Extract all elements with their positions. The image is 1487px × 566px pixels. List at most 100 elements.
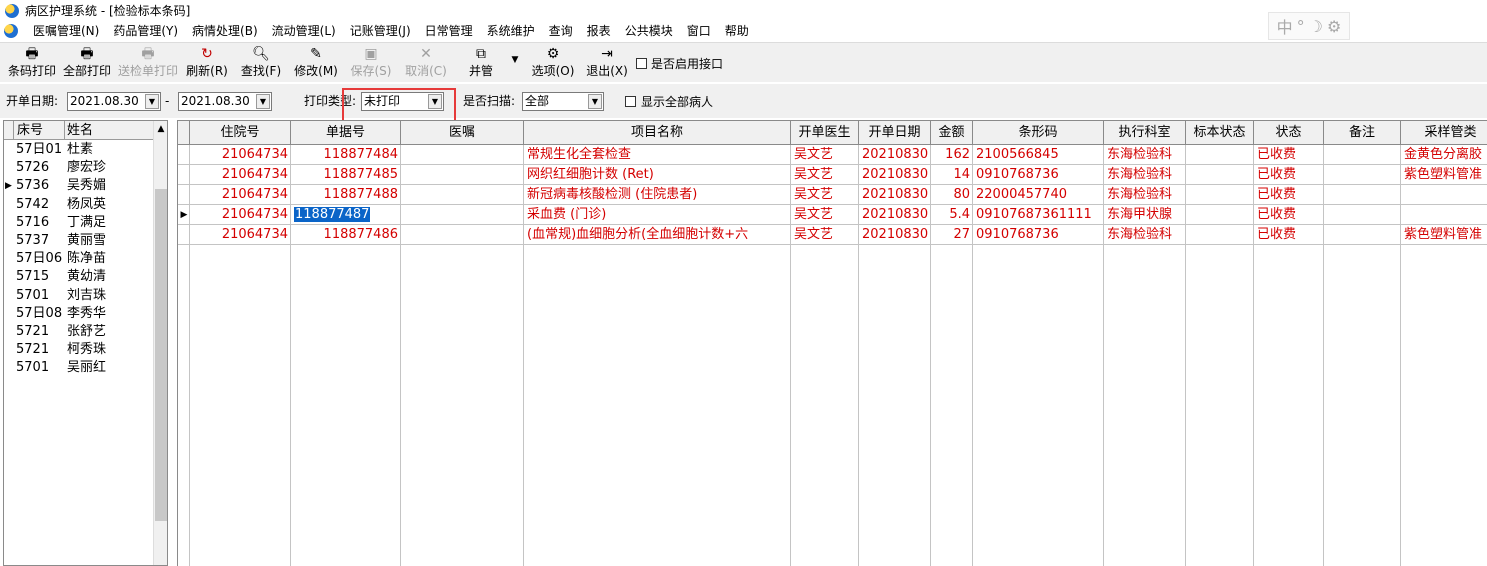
cell-amount[interactable]: 27 [931,225,973,245]
header-item-name[interactable]: 项目名称 [524,121,791,145]
patient-row[interactable]: 57日08 李秀华 [4,305,153,323]
cell-item-name[interactable]: (血常规)血细胞分析(全血细胞计数+六 [524,225,791,245]
header-exec-dept[interactable]: 执行科室 [1104,121,1186,145]
cell-tube-type[interactable]: 金黄色分离胶 [1401,145,1487,165]
menu-maintenance[interactable]: 系统维护 [480,21,542,41]
cell-barcode[interactable]: 0910768736 [973,225,1104,245]
cell-specimen-status[interactable] [1186,225,1254,245]
menu-drugs[interactable]: 药品管理(Y) [106,21,185,41]
cell-order-date[interactable]: 20210830 [859,205,931,225]
cell-status[interactable]: 已收费 [1254,165,1324,185]
header-document-no[interactable]: 单据号 [291,121,401,145]
cell-ordering-doctor[interactable]: 吴文艺 [791,205,859,225]
cell-remark[interactable] [1324,145,1401,165]
cell-document-no[interactable]: 118877485 [291,165,401,185]
cell-exec-dept[interactable]: 东海甲状腺 [1104,205,1186,225]
cell-ordering-doctor[interactable]: 吴文艺 [791,165,859,185]
menu-window[interactable]: 窗口 [680,21,718,41]
cell-order[interactable] [401,205,524,225]
cell-admission-no[interactable]: 21064734 [190,185,291,205]
cell-remark[interactable] [1324,205,1401,225]
merge-dropdown-button[interactable]: ▼ [508,45,522,81]
patient-row[interactable]: 5716 丁满足 [4,214,153,232]
cell-item-name[interactable]: 新冠病毒核酸检测 (住院患者) [524,185,791,205]
cell-order-date[interactable]: 20210830 [859,165,931,185]
cell-tube-type[interactable]: 紫色塑料管准 [1401,225,1487,245]
cell-remark[interactable] [1324,165,1401,185]
patient-row[interactable]: 5726 廖宏珍 [4,159,153,177]
table-row[interactable]: ▶ 21064734 118877487 采血费 (门诊) 吴文艺 20210830 5.4… [178,205,1487,225]
cell-ordering-doctor[interactable]: 吴文艺 [791,225,859,245]
cancel-button[interactable]: ✕ 取消(C) [404,45,448,81]
show-all-patients-checkbox[interactable]: 显示全部病人 [625,93,713,110]
refresh-button[interactable]: ↻ 刷新(R) [185,45,229,81]
exit-button[interactable]: ⇥ 退出(X) [585,45,629,81]
patient-row[interactable]: 57日01 杜素 [4,141,153,159]
cell-amount[interactable]: 162 [931,145,973,165]
cell-barcode[interactable]: 09107687361111 [973,205,1104,225]
cell-document-no[interactable]: 118877484 [291,145,401,165]
cell-amount[interactable]: 80 [931,185,973,205]
cell-specimen-status[interactable] [1186,185,1254,205]
patient-row[interactable]: ▶ 5736 吴秀媚 [4,177,153,195]
header-barcode[interactable]: 条形码 [973,121,1104,145]
cell-specimen-status[interactable] [1186,165,1254,185]
cell-exec-dept[interactable]: 东海检验科 [1104,165,1186,185]
cell-admission-no[interactable]: 21064734 [190,145,291,165]
cell-status[interactable]: 已收费 [1254,225,1324,245]
cell-ordering-doctor[interactable]: 吴文艺 [791,145,859,165]
patient-row[interactable]: 5701 吴丽红 [4,359,153,377]
cell-order[interactable] [401,185,524,205]
cell-status[interactable]: 已收费 [1254,185,1324,205]
scroll-up-icon[interactable]: ▲ [154,121,168,137]
cell-tube-type[interactable] [1401,205,1487,225]
app-menu-icon[interactable] [4,24,18,38]
table-row[interactable]: 21064734 118877488 新冠病毒核酸检测 (住院患者) 吴文艺 20210… [178,185,1487,205]
cell-specimen-status[interactable] [1186,145,1254,165]
table-row[interactable]: 21064734 118877486 (血常规)血细胞分析(全血细胞计数+六 吴文艺 2… [178,225,1487,245]
scroll-thumb[interactable] [155,189,167,521]
cell-document-no[interactable]: 118877487 [291,205,401,225]
date-from-picker[interactable]: 2021.08.30 ▼ [67,92,161,111]
cell-item-name[interactable]: 常规生化全套检查 [524,145,791,165]
cell-order-date[interactable]: 20210830 [859,225,931,245]
cell-admission-no[interactable]: 21064734 [190,165,291,185]
header-ordering-doctor[interactable]: 开单医生 [791,121,859,145]
header-admission-no[interactable]: 住院号 [190,121,291,145]
menu-flow[interactable]: 流动管理(L) [265,21,343,41]
cell-order-date[interactable]: 20210830 [859,185,931,205]
cell-order[interactable] [401,225,524,245]
patient-list-scrollbar[interactable]: ▲ [153,121,167,565]
cell-item-name[interactable]: 采血费 (门诊) [524,205,791,225]
header-order-date[interactable]: 开单日期 [859,121,931,145]
cell-tube-type[interactable]: 紫色塑料管准 [1401,165,1487,185]
cell-barcode[interactable]: 0910768736 [973,165,1104,185]
patient-row[interactable]: 5737 黄丽雪 [4,232,153,250]
cell-tube-type[interactable] [1401,185,1487,205]
header-status[interactable]: 状态 [1254,121,1324,145]
cell-barcode[interactable]: 22000457740 [973,185,1104,205]
menu-help[interactable]: 帮助 [718,21,756,41]
cell-remark[interactable] [1324,185,1401,205]
table-row[interactable]: 21064734 118877484 常规生化全套检查 吴文艺 20210830 162 2… [178,145,1487,165]
cell-order[interactable] [401,165,524,185]
header-specimen-status[interactable]: 标本状态 [1186,121,1254,145]
cell-exec-dept[interactable]: 东海检验科 [1104,185,1186,205]
modify-button[interactable]: ✎ 修改(M) [294,45,338,81]
cell-item-name[interactable]: 网织红细胞计数 (Ret) [524,165,791,185]
cell-specimen-status[interactable] [1186,205,1254,225]
menu-query[interactable]: 查询 [542,21,580,41]
menu-reports[interactable]: 报表 [580,21,618,41]
cell-order-date[interactable]: 20210830 [859,145,931,165]
menu-condition[interactable]: 病情处理(B) [185,21,265,41]
options-button[interactable]: ⚙ 选项(O) [531,45,575,81]
date-to-picker[interactable]: 2021.08.30 ▼ [178,92,272,111]
merge-tube-button[interactable]: ⧉ 并管 [466,45,496,81]
cell-document-no[interactable]: 118877486 [291,225,401,245]
cell-document-no[interactable]: 118877488 [291,185,401,205]
send-print-button[interactable]: 🖶 送检单打印 [116,45,180,81]
menu-orders[interactable]: 医嘱管理(N) [26,21,106,41]
cell-amount[interactable]: 5.4 [931,205,973,225]
table-row[interactable]: 21064734 118877485 网织红细胞计数 (Ret) 吴文艺 2021083… [178,165,1487,185]
print-all-button[interactable]: 🖶 全部打印 [61,45,113,81]
